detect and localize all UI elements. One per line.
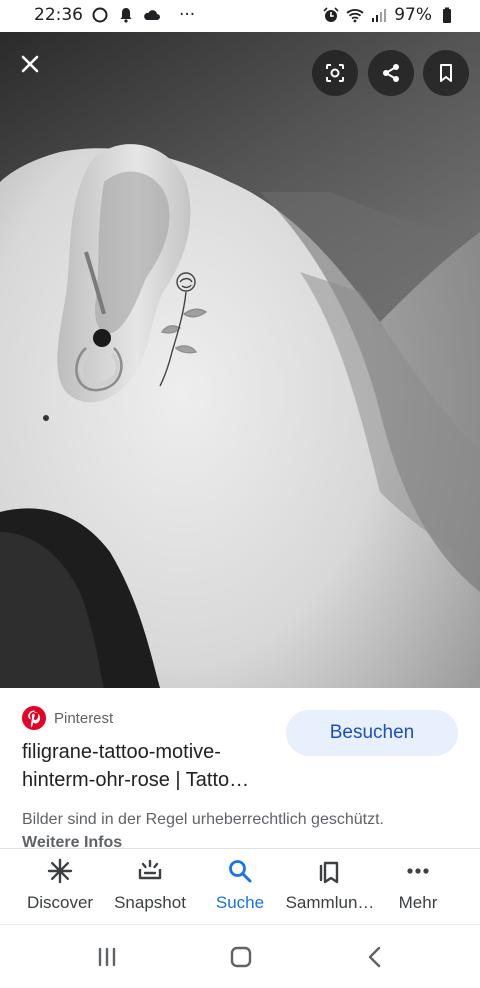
close-icon [21, 55, 39, 73]
close-button[interactable] [8, 42, 52, 86]
home-icon [230, 946, 252, 968]
cloud-icon [143, 6, 161, 24]
home-button[interactable] [227, 943, 255, 971]
save-button[interactable] [423, 50, 469, 96]
search-icon [226, 857, 254, 885]
battery-percent: 97% [394, 5, 432, 25]
nav-label-discover: Discover [26, 893, 94, 912]
nav-label-collections: Sammlun… [285, 893, 375, 912]
wifi-icon [346, 6, 364, 24]
recents-button[interactable] [93, 943, 121, 971]
nav-more[interactable]: Mehr [370, 857, 466, 913]
nav-label-search: Suche [215, 893, 265, 912]
status-time: 22:36 [34, 5, 83, 25]
asterisk-icon [46, 857, 74, 885]
result-title[interactable]: filigrane-tattoo-motive-hinterm-ohr-rose… [22, 738, 272, 794]
result-source[interactable]: Pinterest [22, 706, 113, 730]
bell-icon [117, 6, 135, 24]
result-image[interactable] [0, 32, 480, 688]
pinterest-logo-icon [22, 706, 46, 730]
status-left: 22:36 ··· [34, 5, 195, 25]
copyright-text: Bilder sind in der Regel urheberrechtlic… [22, 811, 384, 828]
circle-icon [91, 6, 109, 24]
status-bar: 22:36 ··· 97% [0, 0, 480, 32]
result-info: Pinterest filigrane-tattoo-motive-hinter… [0, 688, 480, 851]
nav-collections[interactable]: Sammlun… [282, 857, 378, 913]
snapshot-icon [136, 857, 164, 885]
system-nav-bar [0, 924, 480, 988]
status-right: 97% [322, 5, 456, 25]
lens-icon [326, 64, 344, 82]
visit-button[interactable]: Besuchen [286, 710, 458, 756]
back-icon [368, 946, 381, 968]
bottom-nav: Discover Snapshot Suche Sammlun… Mehr [0, 848, 480, 925]
nav-label-more: Mehr [398, 893, 438, 912]
source-name: Pinterest [54, 709, 114, 727]
lens-button[interactable] [312, 50, 358, 96]
collections-icon [316, 857, 344, 885]
nav-snapshot[interactable]: Snapshot [102, 857, 198, 913]
share-button[interactable] [368, 50, 414, 96]
share-icon [383, 64, 399, 82]
nav-discover[interactable]: Discover [12, 857, 108, 913]
signal-icon [370, 6, 388, 24]
alarm-icon [322, 6, 340, 24]
nav-label-snapshot: Snapshot [114, 893, 186, 912]
more-icon [404, 857, 432, 885]
status-more: ··· [179, 5, 196, 25]
recents-icon [98, 947, 116, 967]
nav-search[interactable]: Suche [192, 857, 288, 913]
image-viewer[interactable] [0, 32, 480, 688]
back-button[interactable] [361, 943, 389, 971]
battery-icon [438, 6, 456, 24]
bookmark-icon [440, 64, 452, 82]
